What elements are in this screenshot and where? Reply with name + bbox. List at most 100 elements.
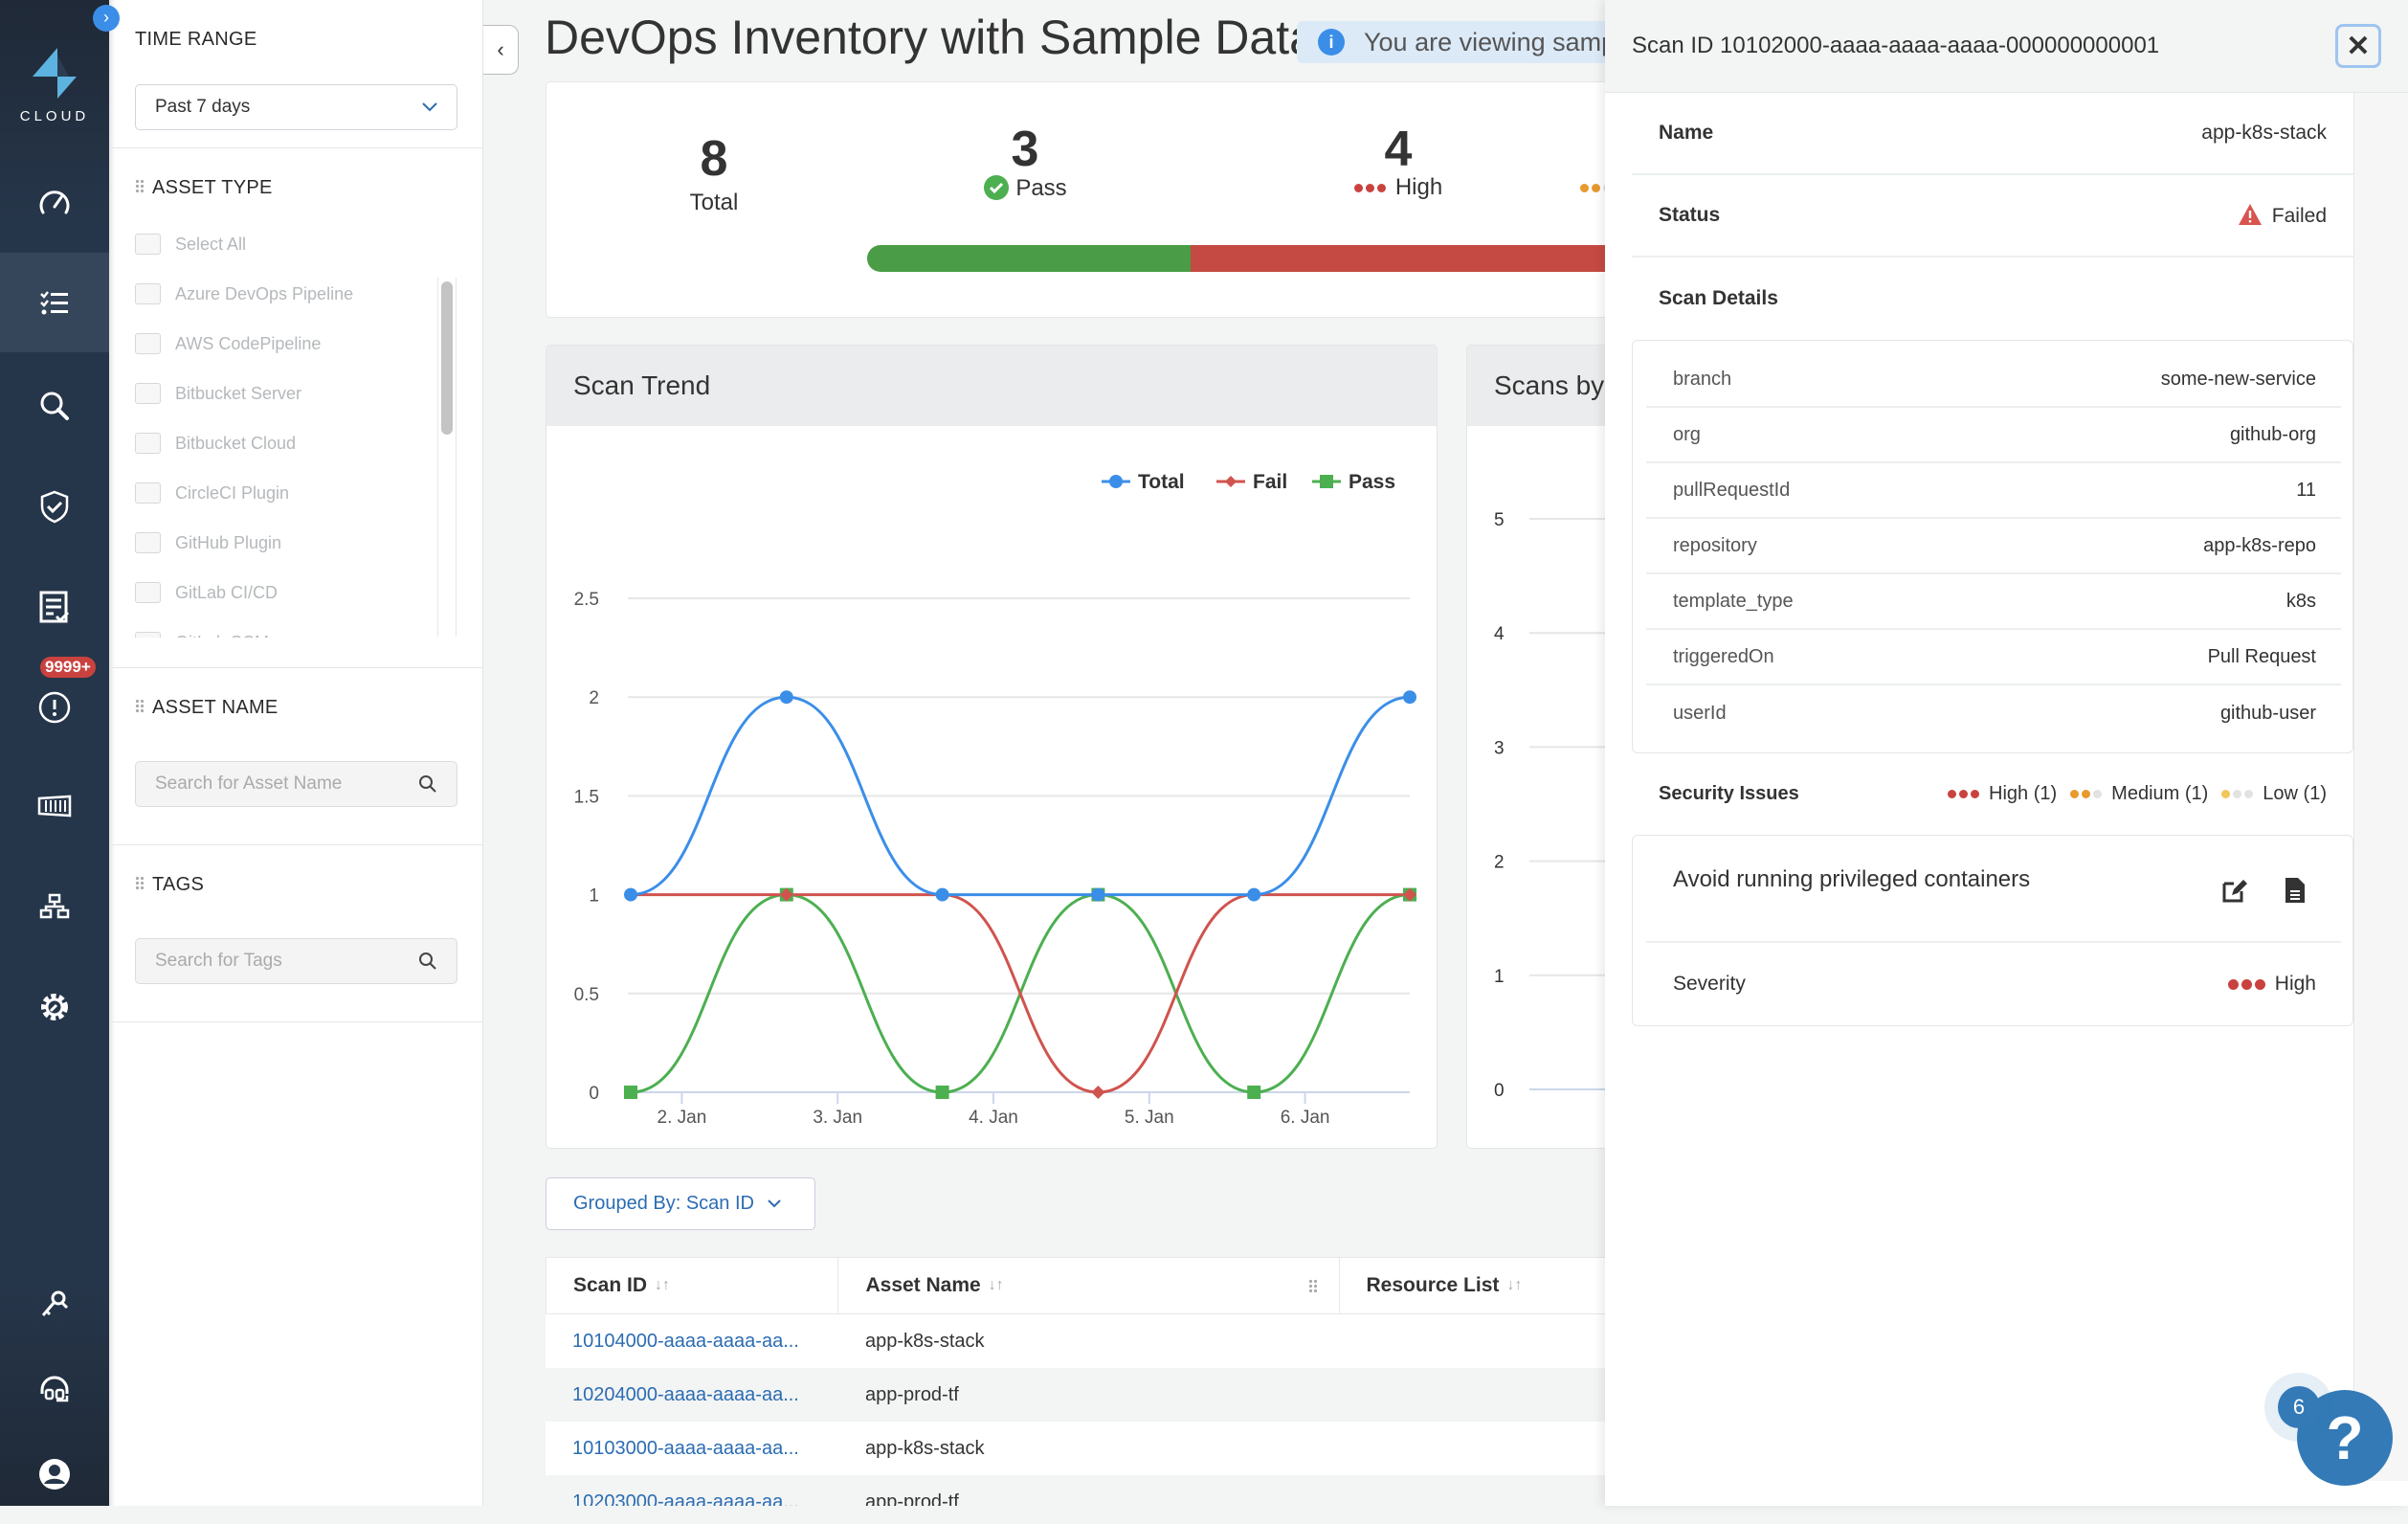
table-row[interactable]: 10104000-aaaa-aaaa-aa... app-k8s-stack [546,1314,1605,1368]
nav-settings[interactable] [0,957,109,1057]
table-row[interactable]: 10203000-aaaa-aaaa-aa... app-prod-tf [546,1475,1605,1506]
detail-row: repository app-k8s-repo [1646,519,2341,574]
asset-type-option[interactable]: GitHub Plugin [135,532,281,553]
asset-type-title[interactable]: ASSET TYPE [135,177,273,199]
x-tick-label: 5. Jan [1125,1108,1174,1128]
detail-row: org github-org [1646,408,2341,463]
sort-icon[interactable]: ↓↑ [1506,1277,1522,1294]
checkbox[interactable] [135,383,161,404]
asset-type-option[interactable]: CircleCI Plugin [135,482,289,504]
nav-inventory[interactable] [0,253,109,352]
issue-card[interactable]: Avoid running privileged containers Seve… [1632,835,2353,1026]
nav-dashboard[interactable] [0,153,109,253]
detail-key: pullRequestId [1673,479,1791,501]
drag-handle-icon[interactable] [135,876,145,891]
checkbox[interactable] [135,283,161,304]
asset-type-scrollbar[interactable] [437,278,457,637]
help-notification-count[interactable]: 6 [2278,1386,2320,1428]
table-row[interactable]: 10103000-aaaa-aaaa-aa... app-k8s-stack [546,1422,1605,1475]
user-icon [39,1459,70,1490]
edit-icon[interactable] [2220,876,2249,905]
scan-id-link[interactable]: 10204000-aaaa-aaaa-aa... [546,1384,838,1406]
info-banner: i You are viewing samp [1297,21,1605,63]
asset-name-search-input[interactable]: Search for Asset Name [135,761,457,807]
sort-icon[interactable]: ↓↑ [655,1277,670,1294]
sort-icon[interactable]: ↓↑ [989,1277,1004,1294]
y-tick-label: 1 [1494,967,1505,987]
info-icon: i [1318,29,1345,56]
panel-scrollbar[interactable] [2353,93,2408,1481]
nav-network[interactable] [0,857,109,956]
data-point-total [935,887,949,902]
checkbox[interactable] [135,482,161,504]
detail-key: userId [1673,702,1727,724]
column-header-scan-id[interactable]: Scan ID ↓↑ [546,1258,839,1313]
security-issues-heading: Security Issues High (1) Medium (1) Low … [1632,777,2353,810]
close-button[interactable]: ✕ [2335,24,2381,68]
search-icon [40,392,69,420]
logo-text: CLOUD [19,108,90,124]
x-tick-label: 4. Jan [969,1108,1018,1128]
detail-value: some-new-service [2160,368,2316,390]
severity-label: Severity [1673,973,1746,995]
asset-type-option[interactable]: GitLab SCM [135,632,269,638]
drag-handle-icon[interactable] [135,699,145,714]
stat-total[interactable]: 8 Total [661,130,767,216]
network-icon [39,893,70,919]
drag-handle-icon[interactable] [135,179,145,194]
nav-investigate[interactable] [0,356,109,456]
asset-name-title[interactable]: ASSET NAME [135,697,279,719]
checkbox[interactable] [135,433,161,454]
scan-id-link[interactable]: 10203000-aaaa-aaaa-aa... [546,1491,838,1507]
scrollbar-thumb[interactable] [441,281,453,435]
checkbox[interactable] [135,582,161,603]
data-point-pass [1247,1086,1261,1099]
table-row[interactable]: 10204000-aaaa-aaaa-aa... app-prod-tf [546,1368,1605,1422]
time-range-section: TIME RANGE Past 7 days [109,0,483,148]
scan-id-link[interactable]: 10104000-aaaa-aaaa-aa... [546,1331,838,1353]
nav-compliance[interactable] [0,557,109,657]
stat-medium[interactable]: 1 Me [1580,121,1605,201]
column-drag-icon[interactable] [1307,1279,1318,1294]
expand-nav-button[interactable]: › [93,5,120,32]
detail-row: triggeredOn Pull Request [1646,630,2341,685]
nav-profile[interactable] [0,1424,109,1524]
nav-keys[interactable] [0,1254,109,1354]
checkbox[interactable] [135,333,161,354]
nav-policies[interactable] [0,457,109,556]
y-tick-label: 2 [589,688,599,708]
data-point-fail [1091,1086,1105,1099]
column-header-resource-list[interactable]: Resource List ↓↑ [1340,1258,1605,1313]
detail-key: triggeredOn [1673,645,1774,667]
gear-wrench-icon [41,994,68,1020]
asset-type-option[interactable]: GitLab CI/CD [135,582,278,603]
group-by-dropdown[interactable]: Grouped By: Scan ID [546,1177,815,1230]
low-count: Low (1) [2263,782,2327,804]
scan-trend-chart: 0 0.5 1 1.5 2 2.5 2. Jan 3. Jan 4. Jan 5. Jan 6. J… [574,471,1416,1128]
nav-compute[interactable] [0,756,109,856]
tags-search-input[interactable]: Search for Tags [135,938,457,984]
checkbox[interactable] [135,532,161,553]
collapse-filters-button[interactable]: ‹ [483,25,519,75]
column-header-asset-name[interactable]: Asset Name ↓↑ [838,1258,1340,1313]
document-icon[interactable] [2284,876,2307,905]
asset-type-option[interactable]: Azure DevOps Pipeline [135,283,353,304]
stat-high[interactable]: 4 High [1303,121,1494,201]
panel-title: Scan ID 10102000-aaaa-aaaa-aaaa-00000000… [1632,33,2160,58]
scan-table: Scan ID ↓↑ Asset Name ↓↑ Resource List ↓↑ 1… [546,1257,1605,1506]
scan-id-link[interactable]: 10103000-aaaa-aaaa-aa... [546,1438,838,1460]
checkbox[interactable] [135,632,161,638]
help-icon: ? [2326,1403,2364,1472]
asset-type-option[interactable]: Bitbucket Server [135,383,301,404]
speedometer-icon [39,190,70,214]
chevron-down-icon [768,1199,781,1208]
checkbox[interactable] [135,234,161,255]
y-tick-label: 0 [589,1084,599,1104]
asset-type-option[interactable]: Select All [135,234,246,255]
asset-type-option[interactable]: Bitbucket Cloud [135,433,296,454]
logo[interactable]: CLOUD [0,46,109,124]
time-range-select[interactable]: Past 7 days [135,84,457,130]
tags-title[interactable]: TAGS [135,874,204,896]
asset-type-option[interactable]: AWS CodePipeline [135,333,321,354]
stat-pass[interactable]: 3 Pass [929,121,1121,202]
